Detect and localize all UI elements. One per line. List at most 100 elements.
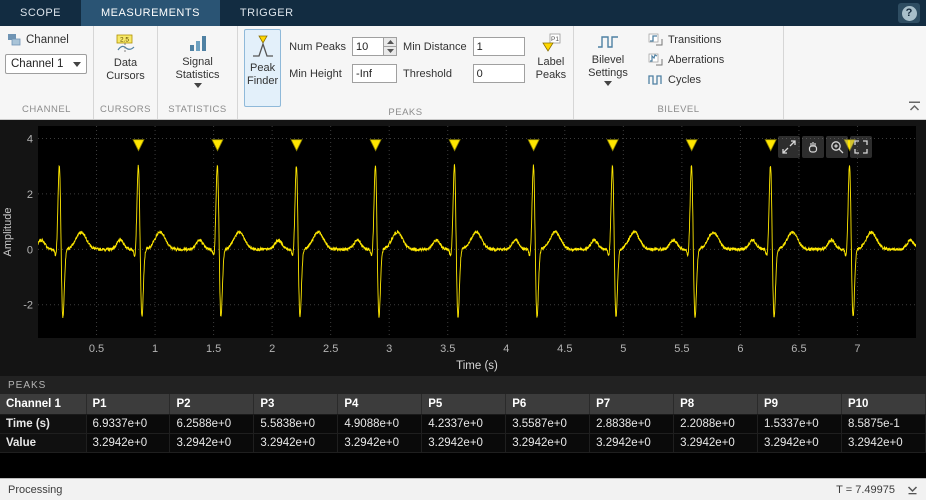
data-cursors-icon: 2.5 — [116, 34, 134, 53]
transitions-label: Transitions — [668, 33, 722, 46]
tab-scope[interactable]: SCOPE — [0, 0, 81, 26]
svg-text:2.5: 2.5 — [323, 343, 338, 355]
plot-canvas[interactable]: 0.5 1 1.5 2 2.5 3 3.5 4 4.5 5 5.5 6 6.5 7 4 2 0 -2 Time (s… — [0, 120, 926, 376]
peaks-cell: 3.2942e+0 — [337, 433, 423, 453]
table-row: Value 3.2942e+0 3.2942e+0 3.2942e+0 3.2942e+… — [0, 433, 926, 453]
channel-label: Channel — [26, 33, 69, 46]
toolstrip-filler — [784, 26, 926, 119]
data-cursors-label: Data Cursors — [106, 57, 145, 82]
peaks-cell: 3.2942e+0 — [421, 433, 507, 453]
peaks-row-label: Time (s) — [0, 414, 87, 434]
collapse-toolstrip-button[interactable] — [908, 98, 921, 116]
tab-trigger[interactable]: TRIGGER — [220, 0, 314, 26]
aberrations-icon — [648, 53, 663, 66]
peaks-cell: 3.2942e+0 — [505, 433, 591, 453]
signal-statistics-icon — [189, 36, 206, 51]
peaks-panel-title: PEAKS — [0, 376, 926, 394]
signal-statistics-button[interactable]: Signal Statistics — [167, 30, 229, 104]
svg-text:0: 0 — [27, 244, 33, 256]
peak-finder-toggle[interactable]: Peak Finder — [244, 29, 282, 107]
svg-text:7: 7 — [854, 343, 860, 355]
num-peaks-spinner[interactable] — [384, 37, 398, 56]
peaks-col-p2: P2 — [169, 394, 255, 415]
help-button[interactable]: ? — [898, 3, 920, 23]
status-bar: Processing T = 7.49975 — [0, 478, 926, 500]
toolstrip-section-peaks: Peak Finder Num Peaks Min Distance Min H… — [238, 26, 574, 119]
fit-to-view-button[interactable] — [850, 136, 872, 158]
toolstrip: Channel Channel 1 CHANNEL 2.5 Data Curso… — [0, 26, 926, 120]
bilevel-settings-button[interactable]: Bilevel Settings — [580, 29, 636, 104]
num-peaks-label: Num Peaks — [289, 40, 347, 53]
data-cursors-button[interactable]: 2.5 Data Cursors — [100, 30, 152, 104]
channel-select-value: Channel 1 — [11, 58, 64, 70]
svg-text:1: 1 — [152, 343, 158, 355]
zoom-in-icon — [831, 141, 844, 154]
fit-to-view-icon — [854, 140, 868, 154]
peaks-cell: 3.2942e+0 — [757, 433, 842, 453]
peaks-cell: 6.9337e+0 — [86, 414, 171, 434]
peaks-cell: 2.2088e+0 — [673, 414, 758, 434]
peaks-cell: 4.2337e+0 — [421, 414, 507, 434]
channel-select[interactable]: Channel 1 — [5, 54, 87, 74]
svg-text:-2: -2 — [23, 300, 33, 312]
transitions-button[interactable]: Transitions — [644, 31, 728, 48]
channel-icon — [8, 34, 21, 46]
peaks-cell: 2.8838e+0 — [589, 414, 675, 434]
threshold-label: Threshold — [403, 67, 452, 80]
toolstrip-section-channel: Channel Channel 1 CHANNEL — [0, 26, 94, 119]
num-peaks-input[interactable] — [352, 37, 385, 56]
spinner-down-icon[interactable] — [384, 47, 398, 56]
time-readout: T = 7.49975 — [836, 483, 895, 496]
signal-statistics-label: Signal Statistics — [175, 56, 220, 81]
status-text: Processing — [8, 483, 63, 496]
tab-bar: SCOPE MEASUREMENTS TRIGGER ? — [0, 0, 926, 26]
status-expand-icon[interactable] — [907, 485, 918, 495]
svg-text:2.5: 2.5 — [119, 37, 128, 44]
peaks-cell: 3.2942e+0 — [86, 433, 171, 453]
peaks-panel: PEAKS Channel 1 P1 P2 P3 P4 P5 P6 P7 P8 P9 P10 Time… — [0, 376, 926, 478]
label-peaks-label: Label Peaks — [535, 56, 567, 81]
peaks-row-label: Value — [0, 433, 87, 453]
peaks-col-p1: P1 — [86, 394, 171, 415]
svg-text:Amplitude: Amplitude — [2, 208, 14, 257]
toolstrip-section-statistics: Signal Statistics STATISTICS — [158, 26, 238, 119]
peaks-cell: 3.2942e+0 — [673, 433, 758, 453]
section-label-bilevel: BILEVEL — [657, 104, 700, 115]
min-height-label: Min Height — [289, 67, 342, 80]
peaks-col-channel: Channel 1 — [0, 394, 87, 415]
bilevel-settings-icon — [598, 36, 618, 48]
svg-text:4.5: 4.5 — [557, 343, 572, 355]
peaks-table: Channel 1 P1 P2 P3 P4 P5 P6 P7 P8 P9 P10 Time (s) 6.… — [0, 394, 926, 453]
cycles-button[interactable]: Cycles — [644, 71, 728, 88]
peaks-cell: 5.5838e+0 — [253, 414, 339, 434]
chevron-down-icon — [604, 81, 612, 87]
chevron-down-icon — [193, 83, 202, 89]
svg-text:1.5: 1.5 — [206, 343, 221, 355]
section-label-peaks: PEAKS — [388, 107, 423, 118]
svg-text:6.5: 6.5 — [791, 343, 806, 355]
threshold-input[interactable] — [472, 64, 525, 83]
svg-text:3: 3 — [386, 343, 392, 355]
peak-finder-icon — [252, 35, 273, 57]
peaks-cell: 3.5587e+0 — [505, 414, 591, 434]
peaks-col-p8: P8 — [673, 394, 758, 415]
peak-finder-settings: Num Peaks Min Distance Min Height Thresh… — [289, 37, 525, 83]
tab-measurements[interactable]: MEASUREMENTS — [81, 0, 220, 26]
peaks-col-p10: P10 — [841, 394, 926, 415]
zoom-in-button[interactable] — [826, 136, 848, 158]
aberrations-button[interactable]: Aberrations — [644, 51, 728, 68]
svg-text:5: 5 — [620, 343, 626, 355]
pan-hand-icon — [808, 142, 818, 153]
svg-text:6: 6 — [737, 343, 743, 355]
spinner-up-icon[interactable] — [384, 37, 398, 47]
peaks-cell: 3.2942e+0 — [841, 433, 926, 453]
scope-window: SCOPE MEASUREMENTS TRIGGER ? Channel Cha… — [0, 0, 926, 500]
section-label-channel: CHANNEL — [22, 104, 71, 115]
svg-text:4: 4 — [503, 343, 509, 355]
svg-text:2: 2 — [27, 189, 33, 201]
min-distance-input[interactable] — [472, 37, 525, 56]
pan-button[interactable] — [802, 136, 824, 158]
min-height-input[interactable] — [352, 64, 398, 83]
maximize-axes-button[interactable] — [778, 136, 800, 158]
label-peaks-button[interactable]: P1 Label Peaks — [533, 29, 570, 85]
